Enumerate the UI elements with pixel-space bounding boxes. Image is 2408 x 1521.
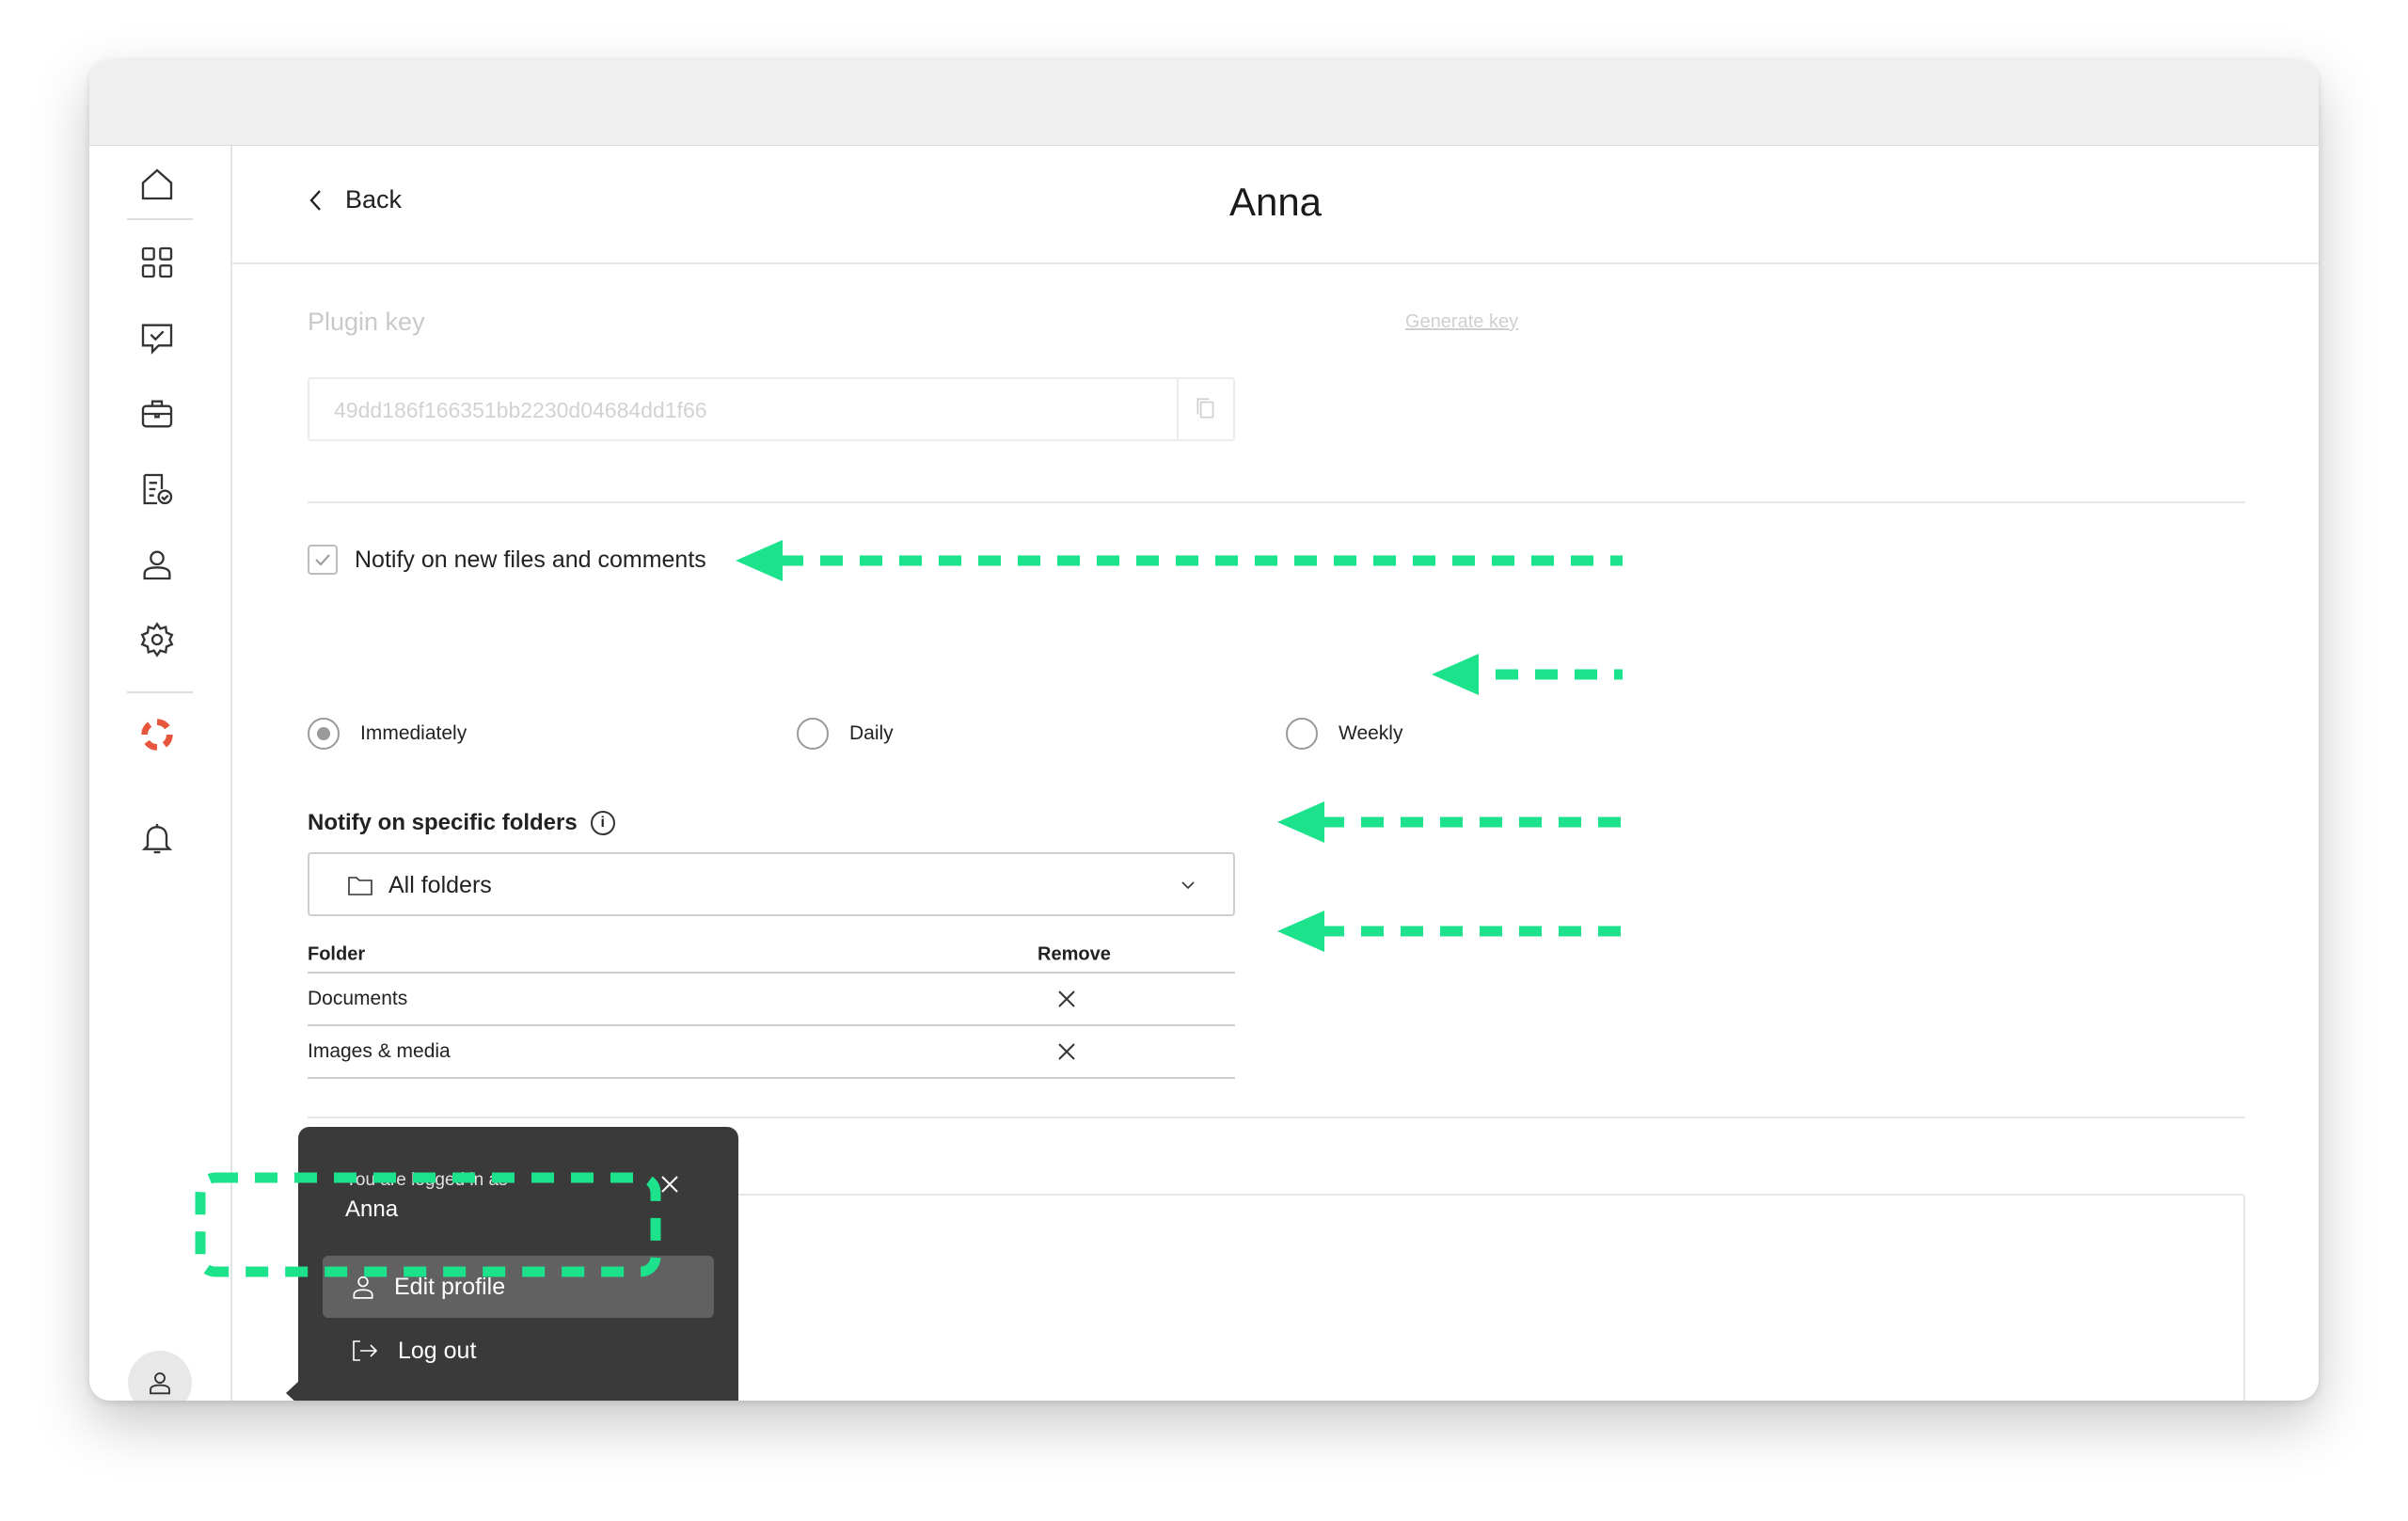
arrowhead-weekly [1432, 654, 1479, 695]
arrowhead-select [1277, 801, 1324, 843]
annotation-overlay [195, 540, 1627, 1277]
edit-profile-highlight [195, 1172, 661, 1277]
arrowhead-table [1277, 911, 1324, 952]
arrowhead-notify [736, 540, 783, 581]
